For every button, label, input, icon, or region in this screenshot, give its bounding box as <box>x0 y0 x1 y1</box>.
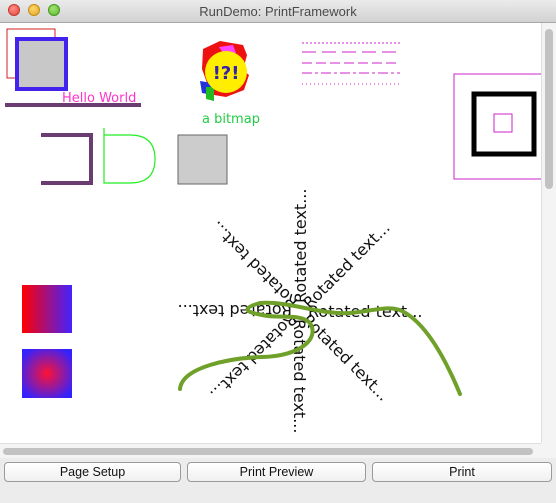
window-title: RunDemo: PrintFramework <box>199 4 357 19</box>
purple-bracket-shape <box>41 133 93 185</box>
print-preview-button[interactable]: Print Preview <box>187 462 366 482</box>
drawing-canvas[interactable]: Hello World !?! a bitmap Rotated text...… <box>0 23 541 443</box>
horizontal-scrollbar[interactable] <box>0 443 541 458</box>
rotated-text-225: Rotated text... <box>207 217 301 311</box>
hello-world-text: Hello World <box>62 91 136 106</box>
rotated-text-270: Rotated text... <box>291 189 310 303</box>
scroll-corner <box>541 443 556 458</box>
app-window: RunDemo: PrintFramework Hello World !?! … <box>0 0 556 503</box>
rotated-text-90: Rotated text... <box>290 319 309 433</box>
magenta-inner-square <box>493 113 513 133</box>
page-setup-button[interactable]: Page Setup <box>4 462 181 482</box>
print-button[interactable]: Print <box>372 462 552 482</box>
green-rounded-shape <box>103 128 156 184</box>
bitmap-image: !?! <box>200 41 249 101</box>
rotated-text-group: Rotated text...Rotated text...Rotated te… <box>178 189 423 434</box>
title-bar[interactable]: RunDemo: PrintFramework <box>0 0 556 23</box>
bitmap-glyph: !?! <box>213 63 240 84</box>
linear-gradient-square <box>22 285 72 333</box>
vertical-scroll-thumb[interactable] <box>545 29 553 189</box>
gray-square <box>177 134 228 185</box>
magenta-outer-square <box>453 73 541 180</box>
blue-bordered-gray-square <box>15 37 68 91</box>
black-thick-square <box>471 91 537 157</box>
horizontal-scroll-thumb[interactable] <box>3 448 533 455</box>
rotated-text-315: Rotated text... <box>299 218 393 312</box>
dash-pattern-lines <box>302 42 400 85</box>
drawing-surface: Hello World !?! a bitmap Rotated text...… <box>5 28 541 434</box>
button-bar: Page Setup Print Preview Print <box>0 458 556 503</box>
bitmap-caption: a bitmap <box>202 112 260 127</box>
vertical-scrollbar[interactable] <box>541 23 556 443</box>
radial-gradient-square <box>22 349 72 398</box>
